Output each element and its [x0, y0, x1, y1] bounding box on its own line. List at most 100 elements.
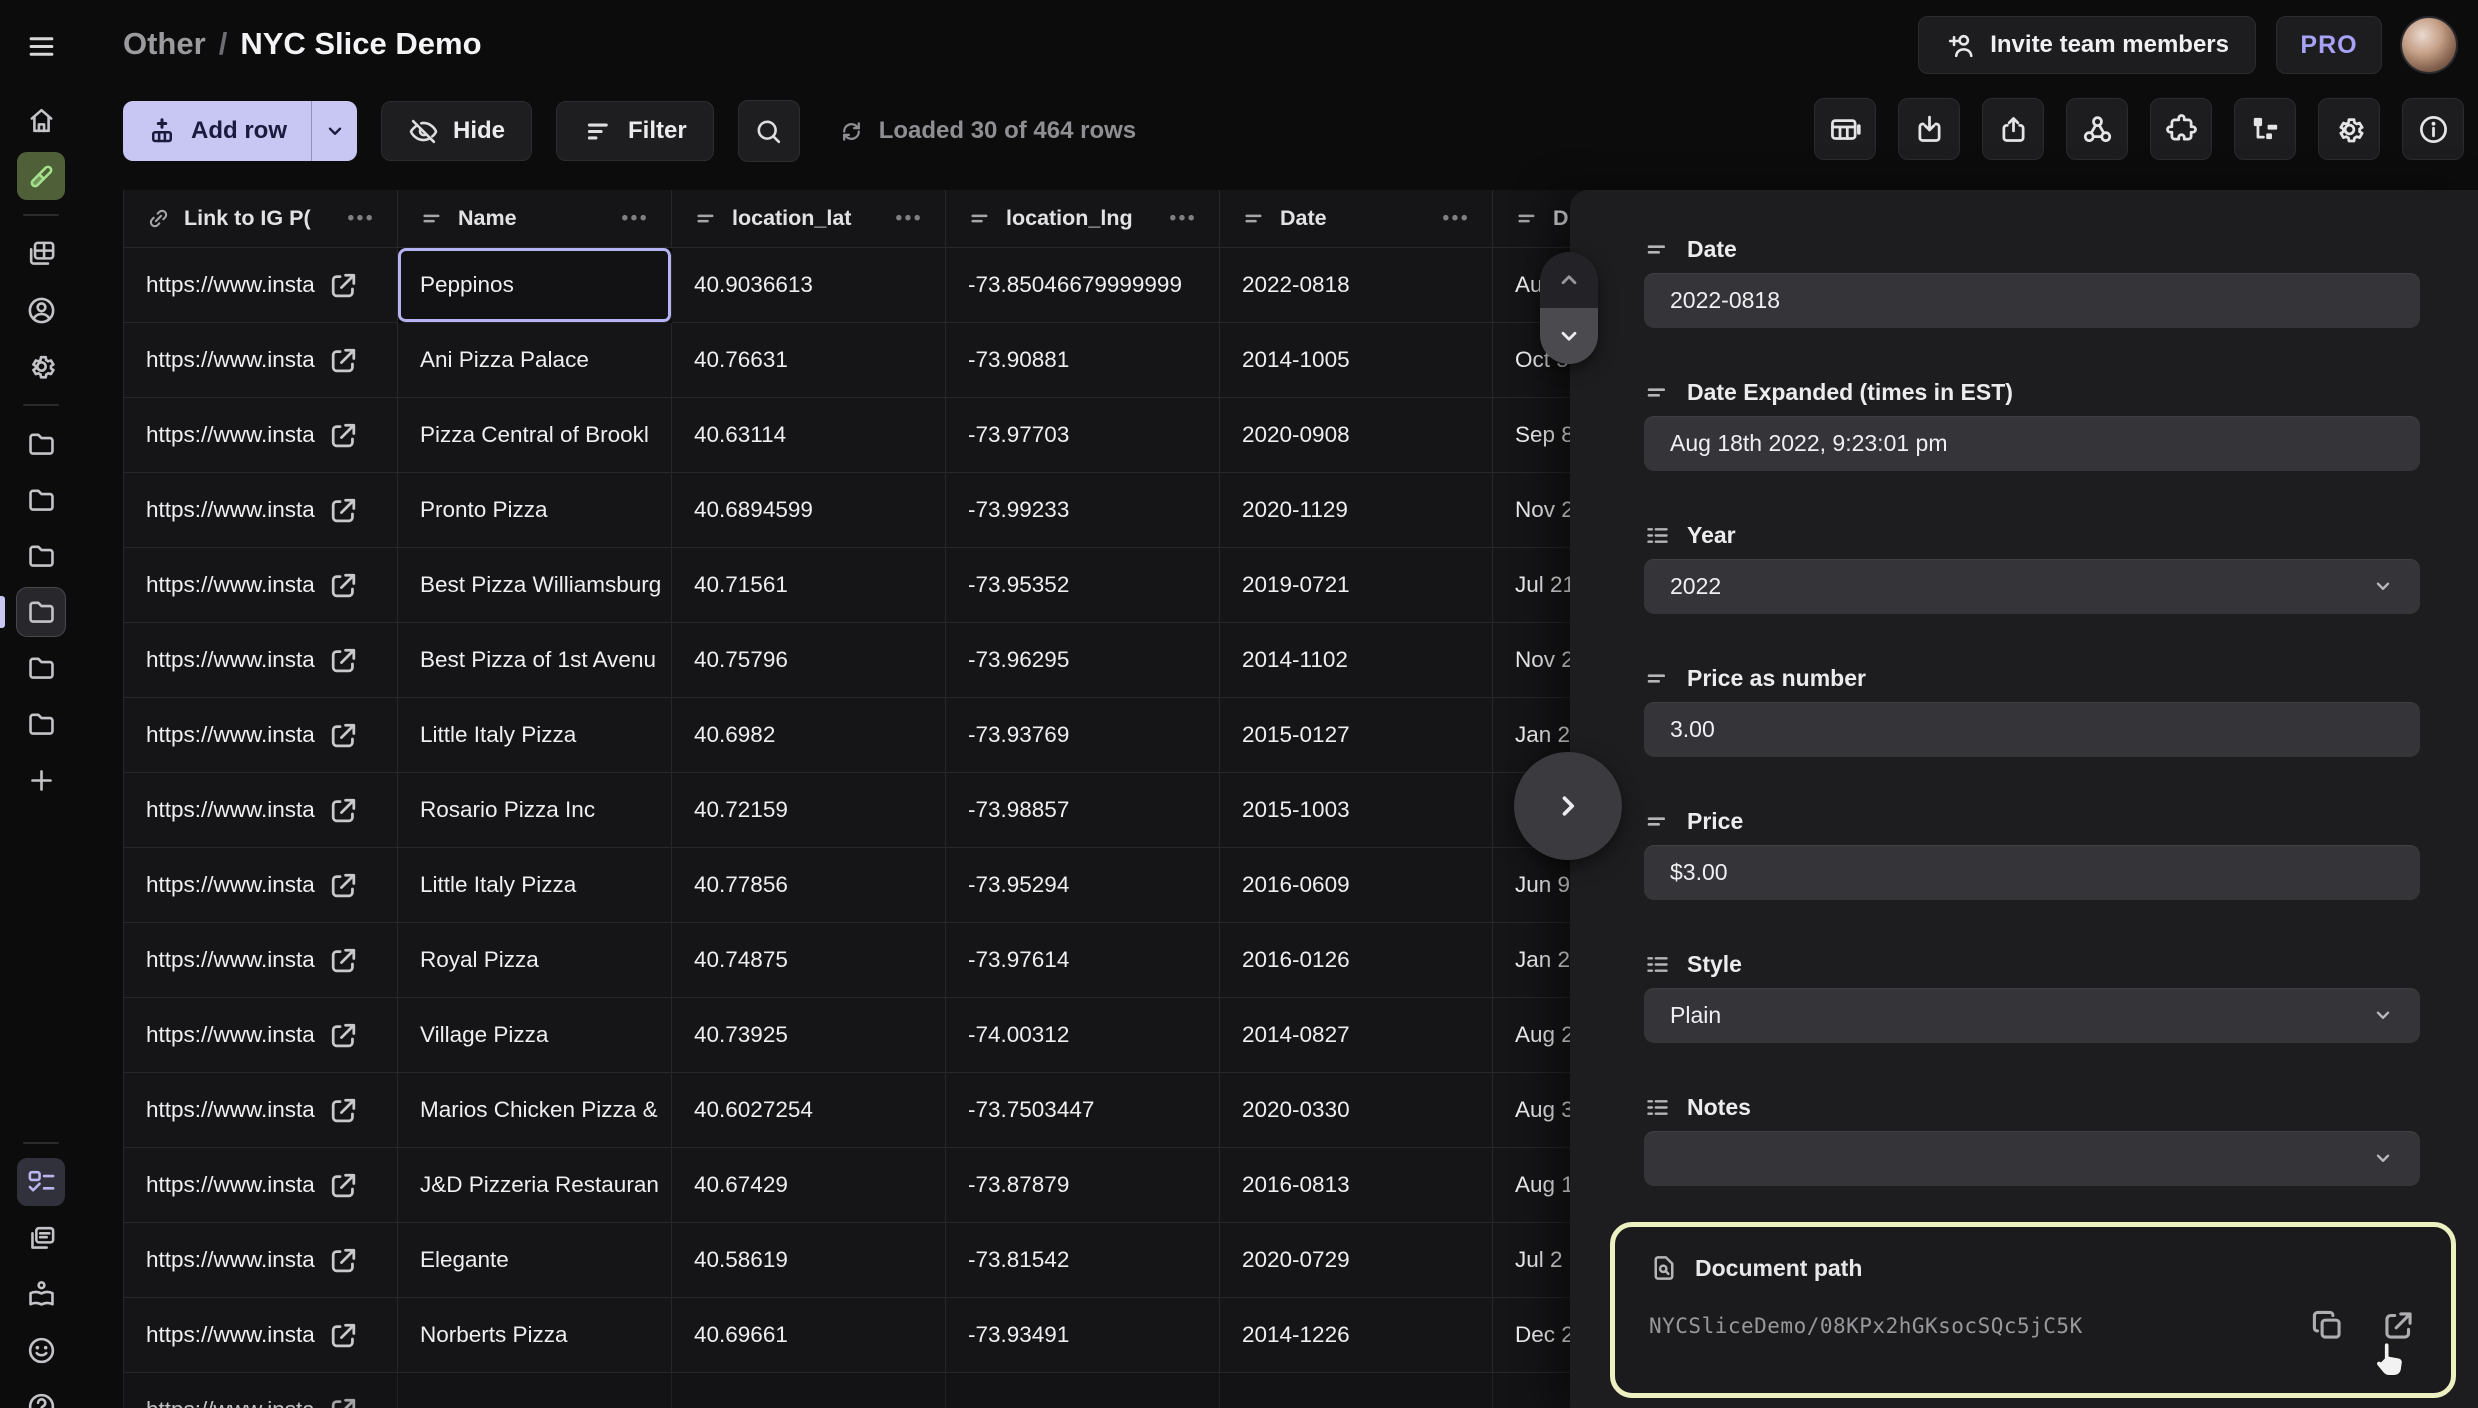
date-cell[interactable]: 2014-1102	[1220, 623, 1493, 698]
sidebar-item-home[interactable]	[17, 96, 65, 144]
lng-cell[interactable]: -73.97614	[946, 923, 1220, 998]
sidebar-item-add-table[interactable]	[17, 756, 65, 804]
lng-cell[interactable]: -73.96295	[946, 623, 1220, 698]
column-header-location-lat[interactable]: location_lat•••	[672, 190, 946, 248]
lat-cell[interactable]: 40.77856	[672, 848, 946, 923]
column-menu-dots[interactable]: •••	[1170, 208, 1197, 230]
link-cell[interactable]: https://www.insta	[123, 1298, 398, 1373]
lng-cell[interactable]: -73.99233	[946, 473, 1220, 548]
open-in-new-icon[interactable]	[327, 344, 360, 377]
tree-structure-button[interactable]	[2234, 98, 2296, 160]
lng-cell[interactable]: -73.97703	[946, 398, 1220, 473]
date-expanded-times-in-est-input[interactable]: Aug 18th 2022, 9:23:01 pm	[1644, 416, 2420, 470]
column-menu-dots[interactable]: •••	[348, 208, 375, 230]
lat-cell[interactable]: 40.73925	[672, 998, 946, 1073]
open-in-new-icon[interactable]	[327, 1169, 360, 1202]
lat-cell[interactable]: 40.75796	[672, 623, 946, 698]
name-cell[interactable]: Elegante	[398, 1223, 672, 1298]
date-cell[interactable]: 2022-0818	[1220, 248, 1493, 323]
add-row-button[interactable]: Add row	[123, 101, 357, 161]
sidebar-item-folder-2[interactable]	[17, 476, 65, 524]
lng-cell[interactable]: -73.93769	[946, 698, 1220, 773]
lng-cell[interactable]: -73.87879	[946, 1148, 1220, 1223]
open-in-new-icon[interactable]	[327, 569, 360, 602]
link-cell[interactable]: https://www.insta	[123, 998, 398, 1073]
collapse-panel-button[interactable]	[1514, 752, 1622, 860]
link-cell[interactable]: https://www.insta	[123, 398, 398, 473]
table-row[interactable]: https://www.instaVillage Pizza40.73925-7…	[123, 998, 1673, 1073]
date-cell[interactable]: 2020-0729	[1220, 1223, 1493, 1298]
sidebar-item-feedback[interactable]	[17, 1326, 65, 1374]
next-row-button[interactable]	[1540, 308, 1598, 364]
sidebar-item-demo-project[interactable]	[17, 152, 65, 200]
lat-cell[interactable]: 40.71561	[672, 548, 946, 623]
open-in-new-icon[interactable]	[327, 869, 360, 902]
sidebar-item-tasks[interactable]	[17, 1158, 65, 1206]
link-cell[interactable]: https://www.insta	[123, 323, 398, 398]
add-row-dropdown[interactable]	[311, 101, 357, 161]
open-in-new-icon[interactable]	[327, 1244, 360, 1277]
lat-cell[interactable]: 40.76631	[672, 323, 946, 398]
link-cell[interactable]: https://www.insta	[123, 248, 398, 323]
name-cell[interactable]: Little Italy Pizza	[398, 848, 672, 923]
lat-cell[interactable]: 40.74875	[672, 923, 946, 998]
date-cell[interactable]: 2016-0126	[1220, 923, 1493, 998]
lng-cell[interactable]: -73.90881	[946, 323, 1220, 398]
link-cell[interactable]: https://www.insta	[123, 473, 398, 548]
table-row[interactable]: https://www.instaAni Pizza Palace40.7663…	[123, 323, 1673, 398]
settings-button[interactable]	[2318, 98, 2380, 160]
open-in-new-icon[interactable]	[327, 269, 360, 302]
name-cell[interactable]: Village Pizza	[398, 998, 672, 1073]
breadcrumb-section[interactable]: Other	[123, 26, 206, 62]
sidebar-item-folder-3[interactable]	[17, 532, 65, 580]
lng-cell[interactable]: -73.95352	[946, 548, 1220, 623]
date-input[interactable]: 2022-0818	[1644, 273, 2420, 327]
table-row[interactable]: https://www.instaNorberts Pizza40.69661-…	[123, 1298, 1673, 1373]
open-in-new-icon[interactable]	[327, 419, 360, 452]
lng-cell[interactable]: -73.98857	[946, 773, 1220, 848]
name-cell[interactable]: Royal Pizza	[398, 923, 672, 998]
export-button[interactable]	[1982, 98, 2044, 160]
date-cell[interactable]: 2015-0127	[1220, 698, 1493, 773]
filter-button[interactable]: Filter	[556, 101, 714, 161]
table-row[interactable]: https://www.instaPeppinos40.9036613-73.8…	[123, 248, 1673, 323]
name-cell[interactable]: Rosario Pizza Inc	[398, 773, 672, 848]
sidebar-item-help[interactable]	[17, 1382, 65, 1408]
column-menu-dots[interactable]: •••	[622, 208, 649, 230]
name-cell[interactable]	[398, 1373, 672, 1408]
extensions-button[interactable]	[2150, 98, 2212, 160]
date-cell[interactable]: 2014-0827	[1220, 998, 1493, 1073]
name-cell[interactable]: Ani Pizza Palace	[398, 323, 672, 398]
table-row[interactable]: https://www.instaMarios Chicken Pizza &4…	[123, 1073, 1673, 1148]
lat-cell[interactable]: 40.6982	[672, 698, 946, 773]
open-in-new-icon[interactable]	[327, 1094, 360, 1127]
lng-cell[interactable]: -73.81542	[946, 1223, 1220, 1298]
table-row[interactable]: https://www.instaRosario Pizza Inc40.721…	[123, 773, 1673, 848]
price-input[interactable]: $3.00	[1644, 845, 2420, 899]
lat-cell[interactable]: 40.9036613	[672, 248, 946, 323]
lng-cell[interactable]: -73.93491	[946, 1298, 1220, 1373]
date-cell[interactable]: 2015-1003	[1220, 773, 1493, 848]
date-cell[interactable]: 2016-0813	[1220, 1148, 1493, 1223]
previous-row-button[interactable]	[1540, 252, 1598, 308]
price-as-number-input[interactable]: 3.00	[1644, 702, 2420, 756]
open-in-new-icon[interactable]	[327, 644, 360, 677]
lat-cell[interactable]: 40.67429	[672, 1148, 946, 1223]
table-row[interactable]: https://www.instaLittle Italy Pizza40.77…	[123, 848, 1673, 923]
open-in-new-icon[interactable]	[327, 944, 360, 977]
lat-cell[interactable]	[672, 1373, 946, 1408]
table-row[interactable]: https://www.instaPizza Central of Brookl…	[123, 398, 1673, 473]
sidebar-item-docs[interactable]	[17, 1214, 65, 1262]
lng-cell[interactable]: -73.85046679999999	[946, 248, 1220, 323]
lng-cell[interactable]: -74.00312	[946, 998, 1220, 1073]
sidebar-item-folder-1[interactable]	[17, 420, 65, 468]
year-select[interactable]: 2022	[1644, 559, 2420, 613]
table-row[interactable]: https://www.instaPronto Pizza40.6894599-…	[123, 473, 1673, 548]
webhook-button[interactable]	[2066, 98, 2128, 160]
link-cell[interactable]: https://www.insta	[123, 1373, 398, 1408]
link-cell[interactable]: https://www.insta	[123, 1223, 398, 1298]
sidebar-item-folder-6[interactable]	[17, 700, 65, 748]
lat-cell[interactable]: 40.72159	[672, 773, 946, 848]
link-cell[interactable]: https://www.insta	[123, 548, 398, 623]
link-cell[interactable]: https://www.insta	[123, 623, 398, 698]
